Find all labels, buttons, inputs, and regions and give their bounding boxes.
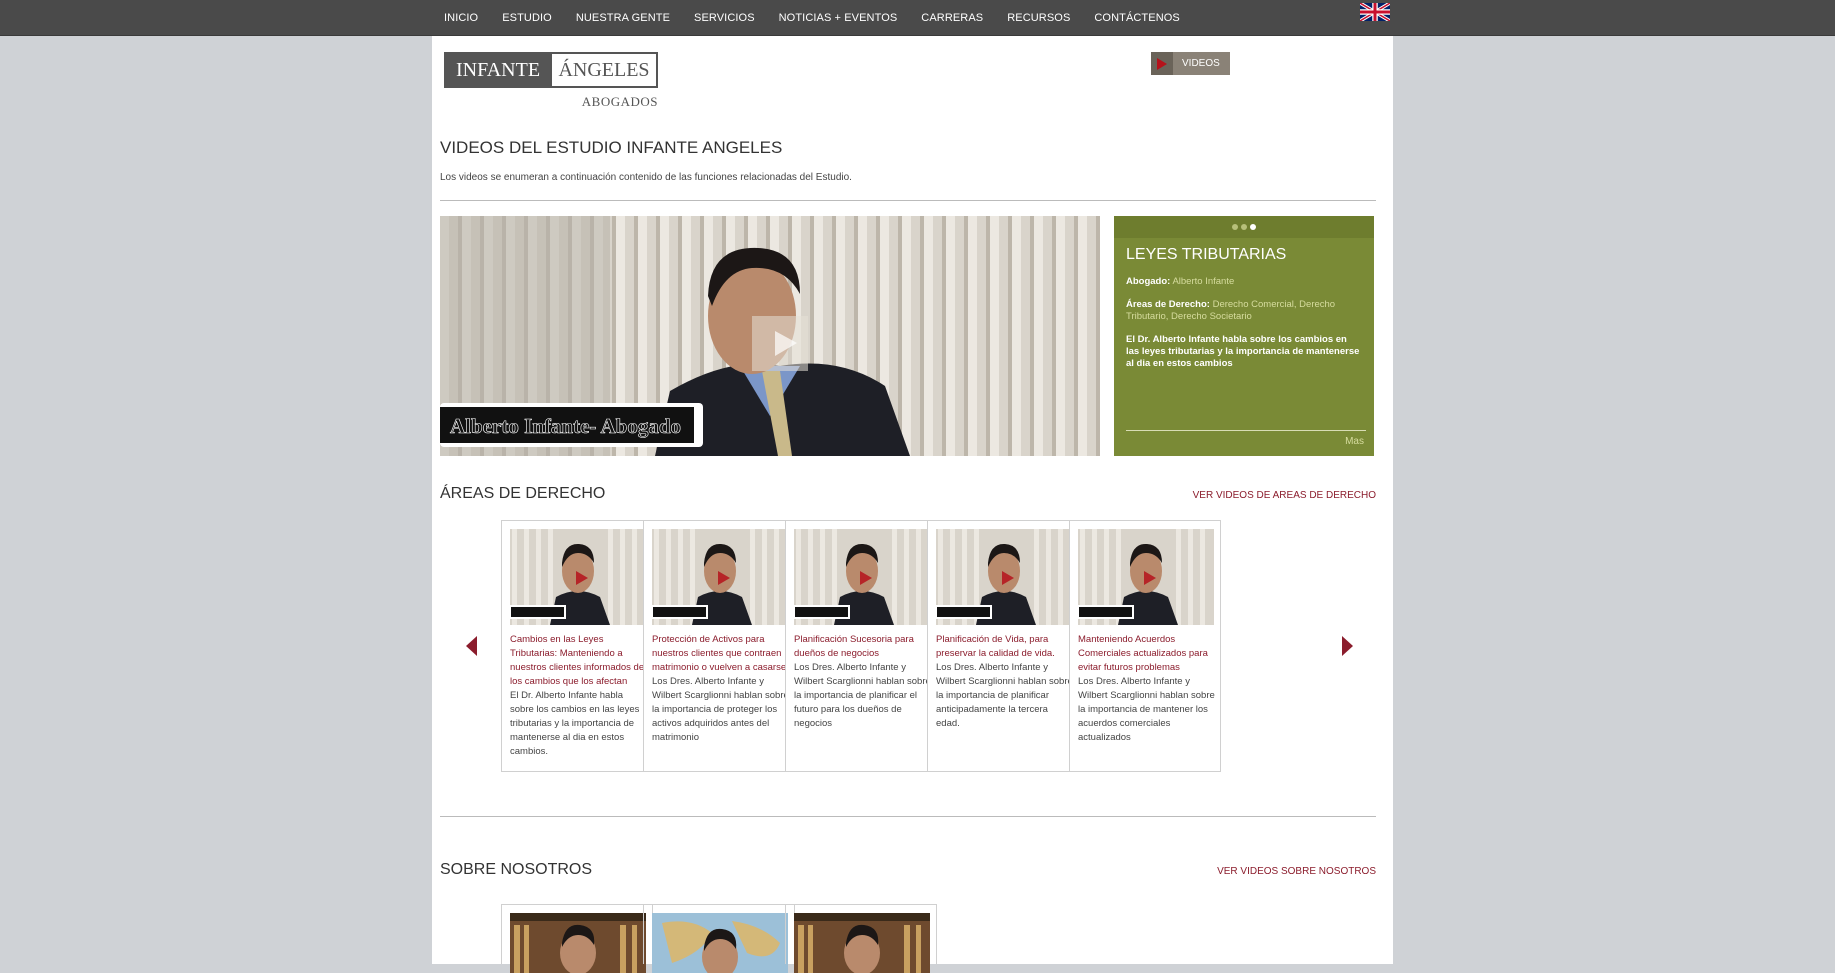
card-description: Los Dres. Alberto Infante y Wilbert Scar… (1078, 676, 1215, 743)
card-description: Los Dres. Alberto Infante y Wilbert Scar… (794, 662, 931, 729)
main-nav: INICIO ESTUDIO NUESTRA GENTE SERVICIOS N… (444, 0, 1204, 35)
top-navigation-bar: INICIO ESTUDIO NUESTRA GENTE SERVICIOS N… (0, 0, 1835, 36)
slide-indicator (1114, 216, 1374, 238)
nav-recursos[interactable]: RECURSOS (1007, 12, 1070, 24)
nav-noticias-eventos[interactable]: NOTICIAS + EVENTOS (779, 12, 898, 24)
page-title: VIDEOS DEL ESTUDIO INFANTE ANGELES (440, 138, 783, 157)
logo-left: INFANTE (444, 52, 552, 88)
featured-video-info: LEYES TRIBUTARIAS Abogado: Alberto Infan… (1114, 216, 1374, 456)
nav-nuestra-gente[interactable]: NUESTRA GENTE (576, 12, 670, 24)
area-video-card[interactable]: Protección de Activos para nuestros clie… (643, 520, 795, 772)
featured-description: El Dr. Alberto Infante habla sobre los c… (1126, 334, 1360, 369)
carousel-prev-icon[interactable] (466, 636, 477, 656)
card-title[interactable]: Planificación de Vida, para preservar la… (936, 633, 1074, 731)
section-divider (440, 816, 1376, 817)
uk-flag-icon[interactable] (1360, 3, 1390, 21)
about-video-card[interactable] (501, 904, 653, 973)
card-title-text[interactable]: Planificación Sucesoria para dueños de n… (794, 634, 914, 659)
abogado-label: Abogado: (1126, 276, 1171, 287)
areas-view-all-link[interactable]: VER VIDEOS DE AREAS DE DERECHO (1193, 490, 1376, 501)
card-title-text[interactable]: Cambios en las Leyes Tributarias: Manten… (510, 634, 644, 687)
video-thumbnail[interactable] (936, 529, 1072, 625)
card-title-text[interactable]: Manteniendo Acuerdos Comerciales actuali… (1078, 634, 1208, 673)
slide-dot-2[interactable] (1241, 224, 1247, 230)
nav-inicio[interactable]: INICIO (444, 12, 478, 24)
card-title[interactable]: Protección de Activos para nuestros clie… (652, 633, 790, 745)
videos-button[interactable]: VIDEOS (1151, 52, 1230, 75)
featured-title: LEYES TRIBUTARIAS (1126, 246, 1287, 263)
logo[interactable]: INFANTE ÁNGELES ABOGADOS (444, 52, 658, 112)
area-video-card[interactable]: Planificación de Vida, para preservar la… (927, 520, 1079, 772)
nav-contactenos[interactable]: CONTÁCTENOS (1094, 12, 1179, 24)
page-content: INFANTE ÁNGELES ABOGADOS VIDEOS VIDEOS D… (432, 36, 1393, 973)
card-title[interactable]: Cambios en las Leyes Tributarias: Manten… (510, 633, 648, 759)
card-title[interactable]: Planificación Sucesoria para dueños de n… (794, 633, 932, 731)
nav-carreras[interactable]: CARRERAS (921, 12, 983, 24)
carousel-next-icon[interactable] (1342, 636, 1353, 656)
video-thumbnail[interactable] (1078, 529, 1214, 625)
card-title[interactable]: Manteniendo Acuerdos Comerciales actuali… (1078, 633, 1216, 745)
about-section-title: SOBRE NOSOTROS (440, 861, 593, 878)
more-link[interactable]: Mas (1345, 436, 1364, 447)
card-title-text[interactable]: Protección de Activos para nuestros clie… (652, 634, 786, 673)
video-thumbnail[interactable] (794, 529, 930, 625)
about-view-all-link[interactable]: VER VIDEOS SOBRE NOSOTROS (1217, 866, 1376, 877)
card-description: Los Dres. Alberto Infante y Wilbert Scar… (936, 662, 1073, 729)
card-description: Los Dres. Alberto Infante y Wilbert Scar… (652, 676, 789, 743)
logo-right: ÁNGELES (550, 52, 658, 88)
areas-label: Áreas de Derecho: (1126, 299, 1210, 310)
card-title-text[interactable]: Planificación de Vida, para preservar la… (936, 634, 1055, 659)
intro-text: Los videos se enumeran a continuación co… (440, 172, 852, 183)
area-video-card[interactable]: Planificación Sucesoria para dueños de n… (785, 520, 937, 772)
card-description: El Dr. Alberto Infante habla sobre los c… (510, 690, 640, 757)
play-icon (1151, 52, 1173, 75)
nav-servicios[interactable]: SERVICIOS (694, 12, 755, 24)
video-thumbnail (510, 913, 646, 973)
logo-sub: ABOGADOS (581, 94, 658, 109)
videos-button-label: VIDEOS (1182, 58, 1220, 69)
video-thumbnail[interactable] (510, 529, 646, 625)
about-video-card[interactable] (643, 904, 795, 973)
video-thumbnail[interactable] (652, 529, 788, 625)
video-caption: Alberto Infante- Abogado (450, 414, 682, 439)
nav-estudio[interactable]: ESTUDIO (502, 12, 552, 24)
area-video-card[interactable]: Cambios en las Leyes Tributarias: Manten… (501, 520, 653, 772)
video-thumbnail (794, 913, 930, 973)
featured-video[interactable]: Alberto Infante- Abogado (440, 216, 1100, 456)
video-thumbnail (652, 913, 788, 973)
slide-dot-1[interactable] (1232, 224, 1238, 230)
slide-dot-3[interactable] (1250, 224, 1256, 230)
divider (440, 200, 1376, 201)
panel-divider (1126, 430, 1366, 431)
about-video-card[interactable] (785, 904, 937, 973)
areas-section-title: ÁREAS DE DERECHO (440, 485, 606, 502)
abogado-link[interactable]: Alberto Infante (1172, 276, 1234, 287)
area-video-card[interactable]: Manteniendo Acuerdos Comerciales actuali… (1069, 520, 1221, 772)
